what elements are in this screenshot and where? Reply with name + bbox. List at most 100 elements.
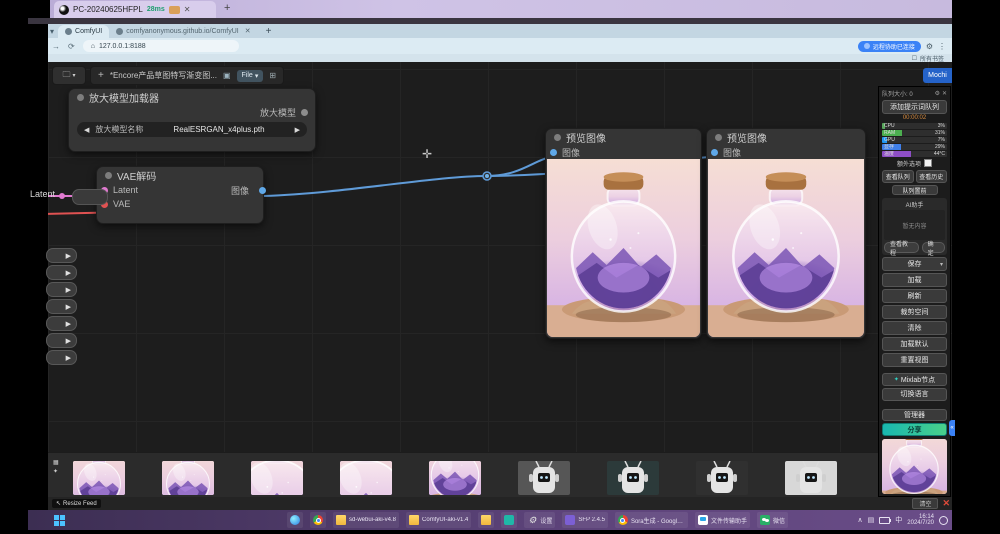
feed-image-icon[interactable]: ▦ bbox=[53, 459, 59, 466]
reroute-node[interactable] bbox=[72, 189, 108, 205]
mochi-button[interactable]: Mochi bbox=[923, 68, 952, 83]
taskbar-clock[interactable]: 16:14 2024/7/20 bbox=[907, 514, 934, 526]
node-collapse-dot[interactable] bbox=[77, 94, 84, 101]
chevron-up-icon[interactable]: ∧ bbox=[858, 516, 863, 524]
file-menu-button[interactable]: File ▾ bbox=[237, 70, 264, 82]
ime-language-indicator[interactable]: 中 bbox=[895, 515, 902, 525]
feed-thumbnail[interactable] bbox=[429, 461, 481, 495]
node-collapse-dot[interactable] bbox=[554, 134, 561, 141]
grid-view-icon[interactable]: ⊞ bbox=[269, 71, 276, 80]
next-arrow-icon[interactable]: ▶ bbox=[295, 126, 300, 134]
switch-language-button[interactable]: 切换语言 bbox=[882, 388, 947, 401]
input-slot-icon[interactable] bbox=[550, 149, 557, 156]
extra-options-checkbox-row[interactable]: 额外选项 bbox=[882, 159, 947, 168]
node-preview-image-1[interactable]: 预览图像 图像 bbox=[545, 128, 702, 339]
output-slot-icon[interactable] bbox=[259, 187, 266, 194]
browser-tab-comfyui[interactable]: ComfyUI bbox=[58, 25, 109, 38]
node-title-row[interactable]: VAE解码 bbox=[97, 167, 263, 183]
output-slot-icon[interactable] bbox=[301, 109, 308, 116]
collapsed-node[interactable]: ▶ bbox=[46, 350, 77, 365]
resize-feed-button[interactable]: ↖ Resize Feed bbox=[52, 499, 101, 508]
settings-gear-icon[interactable]: ⚙ bbox=[935, 90, 940, 97]
new-tab-button[interactable]: + bbox=[266, 26, 272, 37]
workflow-folder-button[interactable]: 🗀 ▾ bbox=[52, 66, 86, 85]
forward-icon[interactable]: → bbox=[52, 42, 60, 51]
tab-search-caret-icon[interactable]: ▾ bbox=[50, 27, 54, 36]
ai-tutorial-button[interactable]: 查看教程 bbox=[884, 242, 919, 253]
save-workflow-icon[interactable]: ▣ bbox=[223, 71, 231, 80]
node-title-row[interactable]: 预览图像 bbox=[707, 129, 865, 145]
feed-thumbnail[interactable] bbox=[518, 461, 570, 495]
collapsed-node[interactable]: ▶ bbox=[46, 333, 77, 348]
ai-confirm-button[interactable]: 确定 bbox=[922, 242, 945, 253]
feed-thumbnail[interactable] bbox=[607, 461, 659, 495]
feed-thumbnail[interactable] bbox=[696, 461, 748, 495]
collapsed-node[interactable]: ▶ bbox=[46, 316, 77, 331]
input-vae[interactable]: VAE bbox=[97, 197, 263, 211]
queue-prompt-button[interactable]: 添加提示词队列 bbox=[882, 100, 947, 114]
taskbar-item-sd-webui-aki-v4.8[interactable]: sd-webui-aki-v4.8 bbox=[333, 512, 399, 528]
browser-tab-secondary[interactable]: comfyanonymous.github.io/ComfyUI ✕ bbox=[109, 25, 257, 38]
input-slot-icon[interactable] bbox=[711, 149, 718, 156]
preview-image[interactable] bbox=[547, 159, 700, 337]
feed-thumbnail[interactable] bbox=[785, 461, 837, 495]
output-upscale-model[interactable]: 放大模型 bbox=[69, 105, 315, 119]
feed-thumbnail[interactable] bbox=[162, 461, 214, 495]
feed-pin-icon[interactable]: ✦ bbox=[53, 468, 59, 475]
manager-button[interactable]: 管理器 bbox=[882, 409, 947, 422]
collapsed-node[interactable]: ▶ bbox=[46, 282, 77, 297]
display-icon[interactable]: ▤ bbox=[868, 516, 875, 524]
latest-image-thumbnail[interactable] bbox=[882, 439, 947, 494]
model-name-widget[interactable]: ◀ 放大模型名称 RealESRGAN_x4plus.pth ▶ bbox=[77, 122, 307, 137]
input-image[interactable]: 图像 bbox=[707, 145, 865, 159]
feed-thumbnail[interactable] bbox=[251, 461, 303, 495]
menu-button-5[interactable]: 清除 bbox=[882, 321, 947, 335]
node-title-row[interactable]: 预览图像 bbox=[546, 129, 701, 145]
taskbar-item-ComfyUI-aki-v1.4[interactable]: ComfyUI-aki-v1.4 bbox=[406, 512, 471, 528]
taskbar-item-文件传输助手[interactable]: 文件传输助手 bbox=[695, 512, 750, 528]
new-workflow-button[interactable]: + bbox=[98, 70, 104, 81]
start-button[interactable] bbox=[54, 515, 65, 526]
close-tab-icon[interactable]: ✕ bbox=[245, 27, 251, 35]
preview-image[interactable] bbox=[708, 159, 864, 337]
close-menu-icon[interactable]: ✕ bbox=[942, 90, 947, 97]
feed-thumbnail[interactable] bbox=[73, 461, 125, 495]
notification-center-icon[interactable] bbox=[939, 516, 948, 525]
prev-arrow-icon[interactable]: ◀ bbox=[84, 126, 89, 134]
sidebar-collapse-icon[interactable]: « bbox=[949, 420, 955, 436]
address-bar[interactable]: ⌂ 127.0.0.1:8188 bbox=[83, 40, 239, 52]
menu-button-7[interactable]: 重置视图 bbox=[882, 353, 947, 367]
taskbar-item-Sora生成 - Google Chro...[interactable]: Sora生成 - Google Chro... bbox=[615, 512, 688, 528]
node-collapse-dot[interactable] bbox=[715, 134, 722, 141]
node-title-row[interactable]: 放大模型加载器 bbox=[69, 89, 315, 105]
view-history-button[interactable]: 查看历史 bbox=[916, 170, 948, 183]
node-collapse-dot[interactable] bbox=[105, 172, 112, 179]
node-vae-decode[interactable]: VAE解码 Latent 图像 VAE bbox=[96, 166, 264, 224]
queue-front-button[interactable]: 队列置前 bbox=[892, 185, 938, 196]
menu-button-1[interactable]: 保存▾ bbox=[882, 257, 947, 271]
collapsed-node[interactable]: ▶ bbox=[46, 265, 77, 280]
browser-menu-icon[interactable]: ⋮ bbox=[938, 42, 946, 51]
mixlab-button[interactable]: ✦ Mixlab节点 bbox=[882, 373, 947, 386]
remote-session-tab[interactable]: PC-20240625HFPL 28ms ✕ bbox=[54, 1, 216, 18]
feed-clear-button[interactable]: 清空 bbox=[912, 498, 938, 509]
menu-button-4[interactable]: 裁剪空间 bbox=[882, 305, 947, 319]
collapsed-node[interactable]: ▶ bbox=[46, 299, 77, 314]
share-button[interactable]: 分享 bbox=[882, 423, 947, 436]
menu-button-6[interactable]: 加载默认 bbox=[882, 337, 947, 351]
extra-options-checkbox[interactable] bbox=[924, 159, 932, 167]
reload-icon[interactable]: ⟳ bbox=[68, 42, 75, 51]
site-info-icon[interactable]: ⌂ bbox=[91, 43, 95, 50]
taskbar-item[interactable] bbox=[287, 512, 303, 528]
chevron-down-icon[interactable]: ▾ bbox=[940, 261, 943, 268]
close-feed-icon[interactable]: ✕ bbox=[942, 498, 950, 509]
battery-icon[interactable] bbox=[879, 517, 890, 524]
menu-button-2[interactable]: 加载 bbox=[882, 273, 947, 287]
extensions-puzzle-icon[interactable]: ⚙ bbox=[926, 42, 933, 51]
view-queue-button[interactable]: 查看队列 bbox=[882, 170, 914, 183]
node-preview-image-2[interactable]: 预览图像 图像 bbox=[706, 128, 866, 339]
taskbar-item-设置[interactable]: ⚙设置 bbox=[524, 512, 555, 528]
node-upscale-model-loader[interactable]: 放大模型加载器 放大模型 ◀ 放大模型名称 RealESRGAN_x4plus.… bbox=[68, 88, 316, 152]
workflow-tab-label[interactable]: *Encore产品草图特写渐变图... bbox=[110, 70, 217, 81]
feed-thumbnail[interactable] bbox=[340, 461, 392, 495]
